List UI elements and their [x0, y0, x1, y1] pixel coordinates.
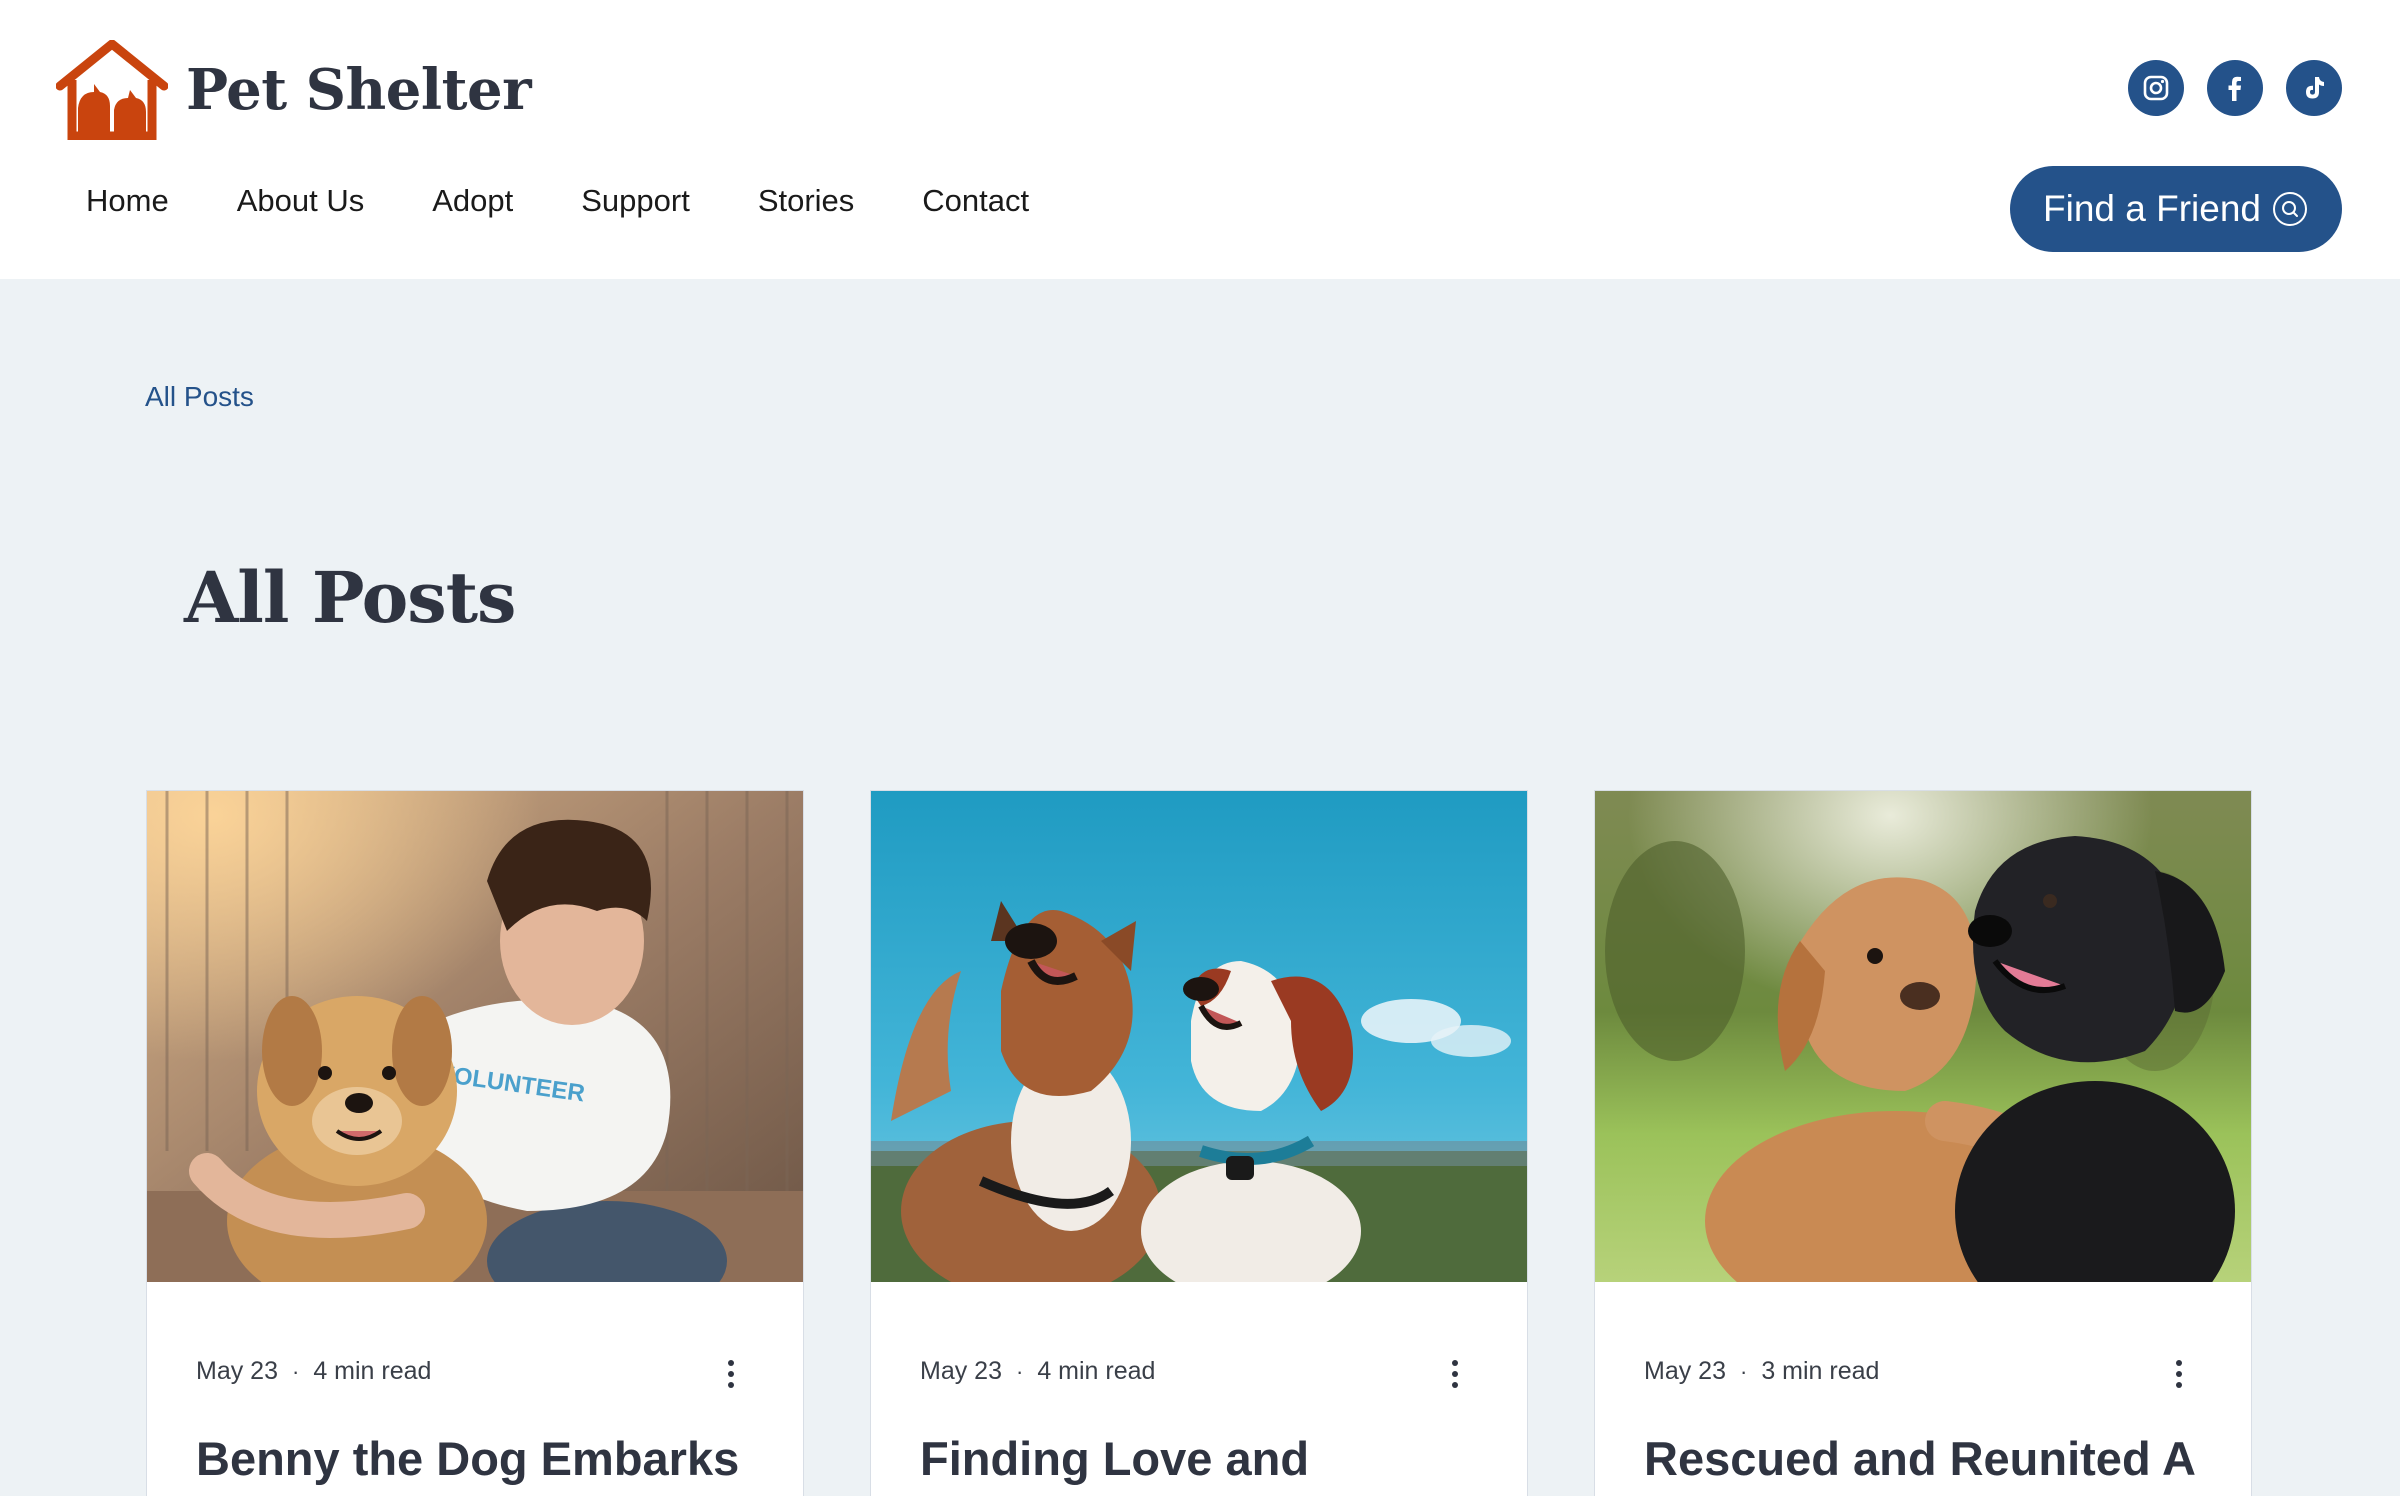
brand-name: Pet Shelter — [186, 57, 532, 123]
post-title[interactable]: Finding Love and — [920, 1431, 1309, 1486]
social-links — [2128, 60, 2342, 116]
instagram-link[interactable] — [2128, 60, 2184, 116]
tiktok-icon — [2306, 77, 2324, 99]
post-read-time: 4 min read — [1037, 1357, 1156, 1385]
meta-separator: · — [1015, 1358, 1024, 1384]
tiktok-link[interactable] — [2286, 60, 2342, 116]
post-read-time: 3 min read — [1761, 1357, 1880, 1385]
page-title: All Posts — [184, 556, 516, 639]
post-read-time: 4 min read — [313, 1357, 432, 1385]
post-meta: May 23 · 4 min read — [196, 1357, 431, 1386]
post-card[interactable]: VOLUNTEER May 23 · 4 min read Benny the … — [146, 790, 804, 1496]
nav-item-stories[interactable]: Stories — [758, 183, 854, 219]
breadcrumb-all-posts[interactable]: All Posts — [145, 381, 254, 413]
nav-item-contact[interactable]: Contact — [922, 183, 1029, 219]
facebook-icon — [2228, 76, 2241, 101]
post-date: May 23 — [920, 1357, 1002, 1385]
post-date: May 23 — [1644, 1357, 1726, 1385]
post-title[interactable]: Benny the Dog Embarks — [196, 1431, 739, 1486]
two-dogs-sky-image — [871, 791, 1527, 1282]
instagram-icon — [2143, 75, 2169, 101]
post-meta: May 23 · 4 min read — [920, 1357, 1155, 1386]
site-header: Pet Shelter Home About Us Adopt Support … — [0, 0, 2400, 279]
meta-separator: · — [1739, 1358, 1748, 1384]
main-nav: Home About Us Adopt Support Stories Cont… — [86, 183, 1097, 219]
post-date: May 23 — [196, 1357, 278, 1385]
more-options-icon[interactable] — [1443, 1356, 1467, 1392]
post-card[interactable]: May 23 · 4 min read Finding Love and — [870, 790, 1528, 1496]
find-a-friend-label: Find a Friend — [2043, 188, 2261, 229]
house-pets-logo-icon — [56, 40, 168, 140]
more-options-icon[interactable] — [719, 1356, 743, 1392]
post-image — [1595, 791, 2251, 1282]
post-meta: May 23 · 3 min read — [1644, 1357, 1879, 1386]
puppies-park-image — [1595, 791, 2251, 1282]
volunteer-dog-image: VOLUNTEER — [147, 791, 803, 1282]
find-a-friend-button[interactable]: Find a Friend — [2010, 166, 2342, 252]
nav-item-home[interactable]: Home — [86, 183, 169, 219]
nav-item-adopt[interactable]: Adopt — [432, 183, 513, 219]
post-card[interactable]: May 23 · 3 min read Rescued and Reunited… — [1594, 790, 2252, 1496]
more-options-icon[interactable] — [2167, 1356, 2191, 1392]
post-image: VOLUNTEER — [147, 791, 803, 1282]
nav-item-about-us[interactable]: About Us — [237, 183, 365, 219]
facebook-link[interactable] — [2207, 60, 2263, 116]
meta-separator: · — [291, 1358, 300, 1384]
post-title[interactable]: Rescued and Reunited A — [1644, 1431, 2196, 1486]
post-image — [871, 791, 1527, 1282]
nav-item-support[interactable]: Support — [581, 183, 690, 219]
site-logo[interactable]: Pet Shelter — [56, 40, 532, 140]
post-list: VOLUNTEER May 23 · 4 min read Benny the … — [146, 790, 2252, 1496]
search-icon — [2273, 192, 2307, 226]
